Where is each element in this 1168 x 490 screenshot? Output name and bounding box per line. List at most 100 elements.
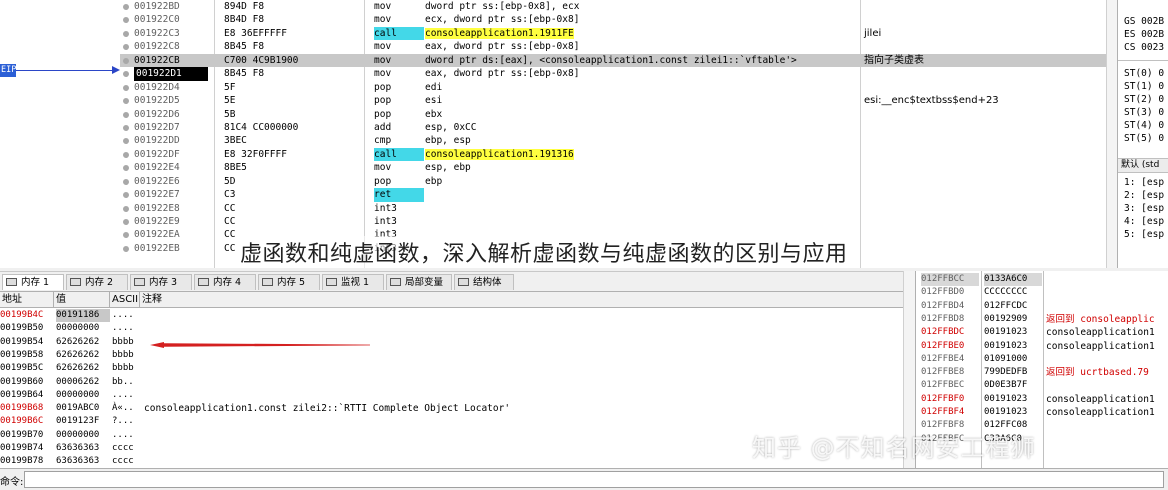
- dump-value: 63636363: [56, 456, 100, 467]
- stack-row[interactable]: 012FFBF4 00191023 consoleapplication1: [916, 406, 1168, 419]
- register-cs: CS 0023: [1124, 42, 1165, 53]
- stack-row[interactable]: 012FFBE8 799DEDFB 返回到 ucrtbased.79: [916, 366, 1168, 379]
- instruction-operands: eax, dword ptr ss:[ebp-0x8]: [425, 41, 580, 53]
- instruction-address: 001922D1: [134, 67, 208, 81]
- breakpoint-dot-icon[interactable]: [123, 84, 129, 91]
- header-address[interactable]: 地址: [0, 292, 54, 308]
- tab-3[interactable]: 内存 3: [130, 274, 192, 290]
- instruction-comment: 指向子类虚表: [864, 54, 924, 66]
- dump-value: 00000000: [56, 323, 100, 334]
- tab-label: 局部变量: [405, 277, 444, 288]
- stack-row[interactable]: 012FFBCC 0133A6C0: [916, 273, 1168, 287]
- breakpoint-dot-icon[interactable]: [123, 4, 129, 10]
- disassembly-row[interactable]: 001922DD 3BEC cmp ebp, esp: [120, 134, 1106, 147]
- disassembly-scrollbar[interactable]: [1106, 0, 1117, 268]
- stack-row[interactable]: 012FFBE4 01091000: [916, 353, 1168, 366]
- tab-7[interactable]: 局部变量: [386, 274, 452, 290]
- stack-address: 012FFBE4: [921, 353, 965, 364]
- disassembly-row[interactable]: 001922D5 5E pop esi esi:__enc$textbss$end+23: [120, 94, 1106, 107]
- instruction-mnemonic: call: [374, 147, 424, 162]
- stack-row[interactable]: 012FFBF0 00191023 consoleapplication1: [916, 393, 1168, 406]
- stack-row[interactable]: 012FFBD4 012FFCDC: [916, 300, 1168, 313]
- register-st2: ST(2) 0: [1124, 94, 1165, 105]
- instruction-address: 001922C3: [134, 27, 180, 39]
- tab-1[interactable]: 内存 1: [2, 274, 64, 290]
- disassembly-row[interactable]: 001922E7 C3 ret: [120, 188, 1106, 202]
- breakpoint-dot-icon[interactable]: [123, 111, 129, 118]
- header-value[interactable]: 值: [54, 292, 110, 308]
- disassembly-pane[interactable]: EIP 001922BD 894D F8 mov dword ptr ss:[ebp-…: [0, 0, 1106, 268]
- breakpoint-dot-icon[interactable]: [123, 192, 129, 199]
- breakpoint-dot-icon[interactable]: [123, 44, 129, 51]
- dump-row[interactable]: 00199B4C 00191186....: [0, 309, 904, 323]
- breakpoint-dot-icon[interactable]: [123, 138, 129, 145]
- stack-row[interactable]: 012FFBD8 00192909 返回到 consoleapplic: [916, 313, 1168, 326]
- breakpoint-dot-icon[interactable]: [123, 178, 129, 185]
- breakpoint-dot-icon[interactable]: [123, 30, 129, 37]
- breakpoint-dot-icon[interactable]: [123, 151, 129, 158]
- breakpoint-dot-icon[interactable]: [123, 71, 129, 78]
- disassembly-row[interactable]: 001922C8 8B45 F8 mov eax, dword ptr ss:[ebp…: [120, 40, 1106, 53]
- dump-row[interactable]: 00199B6C 0019123F?...: [0, 415, 904, 428]
- stack-value: 00191023: [984, 340, 1028, 351]
- dump-address: 00199B6C: [0, 416, 44, 427]
- disassembly-row[interactable]: 001922BD 894D F8 mov dword ptr ss:[ebp-0x8]…: [120, 0, 1106, 13]
- stack-address: 012FFBF4: [921, 407, 965, 417]
- breakpoint-dot-icon[interactable]: [123, 205, 129, 212]
- breakpoint-dot-icon[interactable]: [123, 124, 129, 131]
- dump-row[interactable]: 00199B54 62626262 bbbb: [0, 336, 904, 349]
- dump-ascii: À«..: [112, 403, 134, 414]
- dump-address: 00199B78: [0, 456, 44, 467]
- tab-8[interactable]: 结构体: [454, 274, 514, 290]
- watermark: 知乎 @不知名网安工程狮: [752, 434, 1036, 462]
- disassembly-row[interactable]: 001922E6 5D pop ebp: [120, 175, 1106, 188]
- breakpoint-dot-icon[interactable]: [123, 98, 129, 105]
- header-comment[interactable]: 注释: [140, 292, 904, 308]
- header-ascii[interactable]: ASCII: [110, 292, 140, 308]
- command-input[interactable]: [24, 471, 1164, 488]
- instruction-bytes: E8 36EFFFFF: [224, 27, 287, 39]
- instruction-address: 001922CB: [134, 54, 180, 66]
- calling-convention-select[interactable]: 默认 (std: [1118, 158, 1168, 173]
- disassembly-row[interactable]: 001922DF E8 32F0FFFF call consoleapplicatio…: [120, 147, 1106, 162]
- dump-address: 00199B68: [0, 403, 44, 414]
- breakpoint-dot-icon[interactable]: [123, 57, 129, 64]
- disassembly-row[interactable]: 001922C0 8B4D F8 mov ecx, dword ptr ss:[ebp…: [120, 13, 1106, 26]
- breakpoint-dot-icon[interactable]: [123, 232, 129, 239]
- disassembly-row[interactable]: 001922E4 8BE5 mov esp, ebp: [120, 161, 1106, 174]
- register-st5: ST(5) 0: [1124, 133, 1165, 144]
- breakpoint-dot-icon[interactable]: [123, 165, 129, 172]
- call-target[interactable]: consoleapplication1.1911FE: [425, 27, 574, 39]
- tab-2[interactable]: 内存 2: [66, 274, 128, 290]
- registers-pane: GS 002B ES 002B CS 0023 ST(0) 0 ST(1) 0 …: [1117, 0, 1168, 268]
- stack-row[interactable]: 012FFBDC 00191023 consoleapplication1: [916, 326, 1168, 339]
- stack-value: 00191023: [984, 327, 1028, 338]
- dump-row[interactable]: 00199B64 00000000....: [0, 389, 904, 402]
- disassembly-row[interactable]: 001922E8 CC int3: [120, 202, 1106, 215]
- dump-row[interactable]: 00199B50 00000000....: [0, 322, 904, 335]
- call-target[interactable]: consoleapplication1.191316: [425, 148, 574, 160]
- disassembly-row[interactable]: 001922D6 5B pop ebx: [120, 108, 1106, 121]
- breakpoint-dot-icon[interactable]: [123, 245, 129, 252]
- disassembly-row[interactable]: 001922E9 CC int3: [120, 215, 1106, 228]
- tab-icon: [6, 278, 17, 286]
- stack-row[interactable]: 012FFBE0 00191023 consoleapplication1: [916, 340, 1168, 353]
- instruction-mnemonic: pop: [374, 81, 392, 93]
- dump-row[interactable]: 00199B58 62626262 bbbb: [0, 349, 904, 362]
- tab-4[interactable]: 内存 4: [194, 274, 256, 290]
- dump-row[interactable]: 00199B5C 62626262 bbbb: [0, 362, 904, 375]
- tab-5[interactable]: 内存 5: [258, 274, 320, 290]
- dump-row[interactable]: 00199B60 00006262 bb..: [0, 376, 904, 389]
- disassembly-row[interactable]: 001922CB C700 4C9B1900 mov dword ptr ds:[ea…: [120, 53, 1106, 68]
- instruction-address: 001922D5: [134, 95, 180, 107]
- dump-row[interactable]: 00199B68 0019ABC0 À«.. consoleapplication1.…: [0, 402, 904, 415]
- disassembly-row[interactable]: 001922C3 E8 36EFFFFF call consoleapplicatio…: [120, 26, 1106, 41]
- stack-row[interactable]: 012FFBEC 0D0E3B7F: [916, 379, 1168, 392]
- disassembly-row[interactable]: 001922D4 5F pop edi: [120, 81, 1106, 94]
- disassembly-row[interactable]: 001922D1 8B45 F8 mov eax, dword ptr ss:[ebp…: [120, 67, 1106, 81]
- breakpoint-dot-icon[interactable]: [123, 219, 129, 225]
- tab-6[interactable]: 监视 1: [322, 274, 384, 290]
- disassembly-row[interactable]: 001922D7 81C4 CC000000 add esp, 0xCC: [120, 121, 1106, 134]
- stack-row[interactable]: 012FFBD0 CCCCCCCC: [916, 286, 1168, 299]
- breakpoint-dot-icon[interactable]: [123, 17, 129, 24]
